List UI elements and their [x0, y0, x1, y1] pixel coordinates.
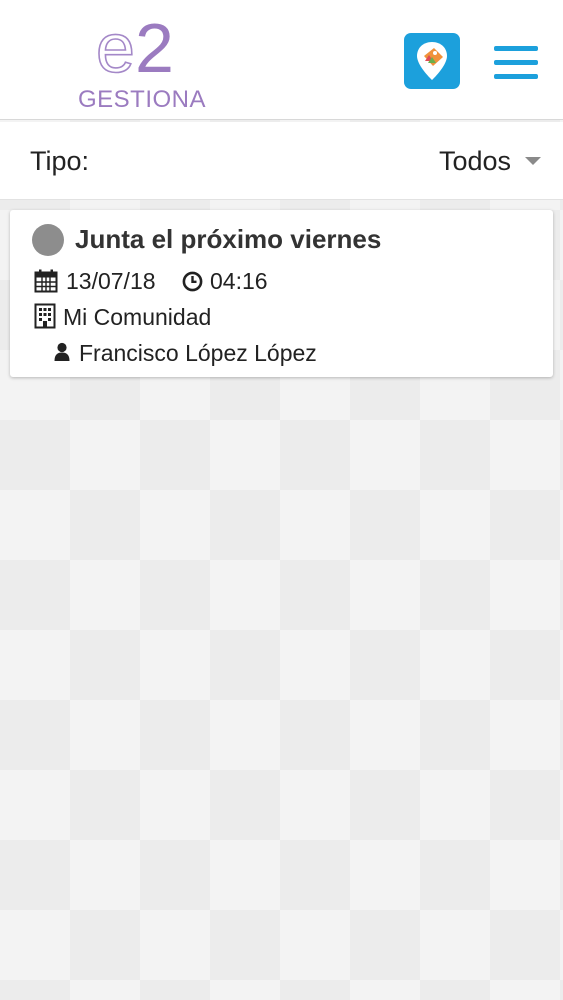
clock-icon: [182, 271, 203, 298]
event-title: Junta el próximo viernes: [75, 224, 382, 254]
tag-location-app-icon[interactable]: [404, 33, 460, 89]
logo-text: GESTIONA: [78, 86, 207, 113]
event-time: 04:16: [210, 268, 268, 294]
status-dot-icon: [32, 224, 64, 256]
type-filter-value: Todos: [438, 146, 511, 176]
building-icon: [34, 303, 56, 335]
logo-mark: e2: [95, 8, 174, 88]
type-filter-select[interactable]: Todos: [381, 142, 541, 182]
event-datetime-row: 13/07/18 04:16: [34, 266, 334, 296]
user-icon: [54, 341, 70, 368]
event-community: Mi Comunidad: [63, 304, 212, 330]
type-filter-label: Tipo:: [30, 146, 90, 176]
event-person: Francisco López López: [79, 340, 317, 366]
event-title-row: Junta el próximo viernes: [32, 223, 542, 257]
type-filter-bar: Tipo: Todos: [0, 122, 563, 200]
dropdown-caret-icon: [525, 157, 541, 165]
event-community-row: Mi Comunidad: [34, 302, 334, 332]
event-card[interactable]: Junta el próximo viernes 13/07/18 04:16 …: [10, 210, 553, 377]
calendar-icon: [34, 269, 58, 299]
event-date: 13/07/18: [66, 268, 156, 294]
app-header: e2 GESTIONA: [0, 0, 563, 120]
e2-gestiona-logo: e2 GESTIONA: [78, 8, 218, 116]
hamburger-menu-icon[interactable]: [492, 44, 540, 82]
event-person-row: Francisco López López: [54, 338, 454, 368]
